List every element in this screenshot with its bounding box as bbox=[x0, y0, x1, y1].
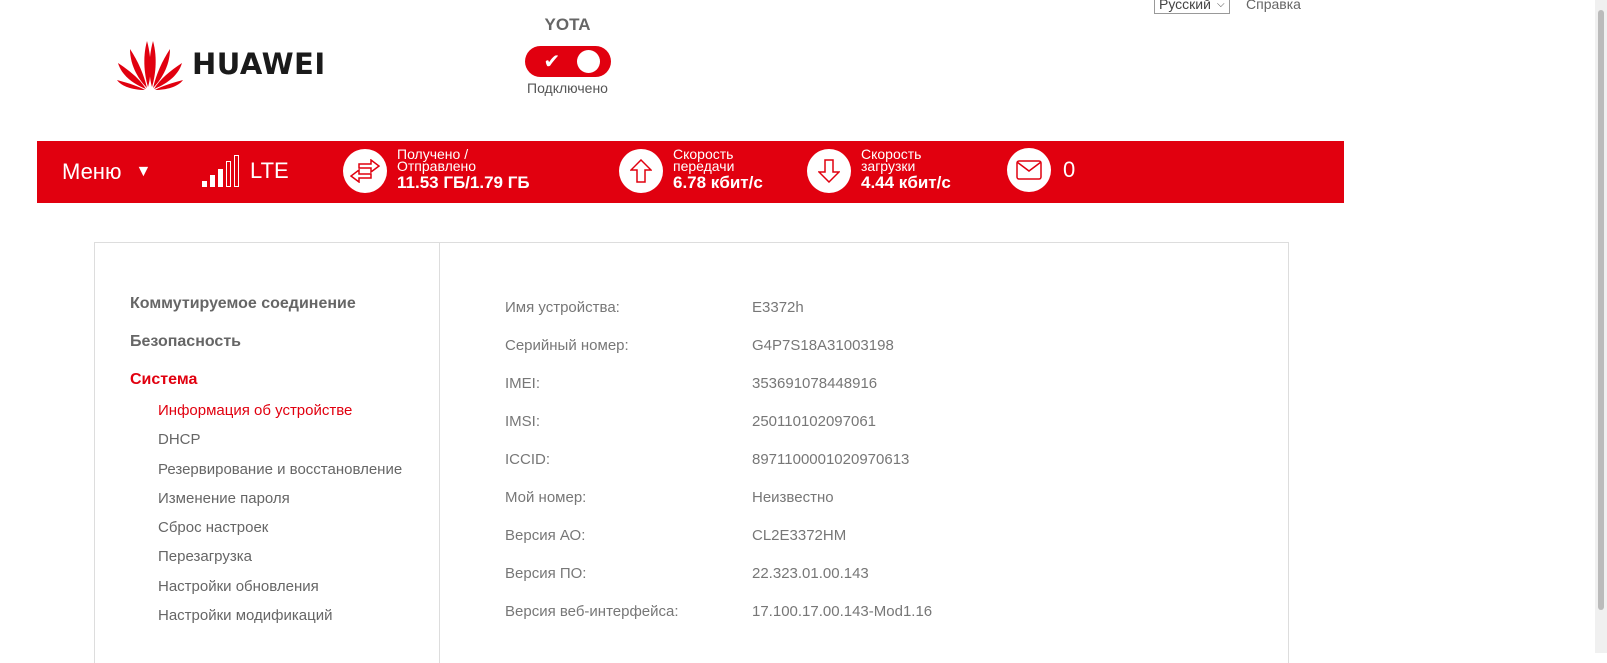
check-icon: ✔ bbox=[543, 49, 561, 73]
info-value: 250110102097061 bbox=[752, 413, 877, 430]
sidebar-item-mod-settings[interactable]: Настройки модификаций bbox=[158, 607, 332, 624]
signal-bar bbox=[210, 175, 215, 187]
scrollbar-thumb[interactable] bbox=[1598, 10, 1604, 610]
upload-label-2: передачи bbox=[673, 158, 735, 174]
info-label: Серийный номер: bbox=[505, 337, 629, 354]
info-value: 8971100001020970613 bbox=[752, 451, 910, 468]
info-value: 353691078448916 bbox=[752, 375, 878, 392]
info-value: Неизвестно bbox=[752, 489, 834, 506]
triangle-down-icon: ▼ bbox=[135, 163, 152, 180]
upload-value: 6.78 кбит/с bbox=[673, 173, 763, 192]
upload-speed-stat: Скорость передачи 6.78 кбит/с bbox=[619, 147, 763, 193]
signal-bar bbox=[234, 155, 239, 187]
sidebar-section-security[interactable]: Безопасность bbox=[130, 333, 241, 351]
info-label: ICCID: bbox=[505, 451, 550, 468]
download-speed-stat: Скорость загрузки 4.44 кбит/с bbox=[807, 147, 951, 193]
language-value: Русский bbox=[1159, 0, 1211, 12]
sidebar-item-backup-restore[interactable]: Резервирование и восстановление bbox=[158, 461, 402, 478]
info-label: Версия АО: bbox=[505, 527, 586, 544]
upload-arrow-icon bbox=[619, 148, 663, 193]
traffic-stat: Получено / Отправлено 11.53 ГБ/1.79 ГБ bbox=[343, 147, 530, 193]
info-value: G4P7S18A31003198 bbox=[752, 337, 894, 354]
sidebar-item-reset[interactable]: Сброс настроек bbox=[158, 519, 268, 536]
sidebar-item-change-password[interactable]: Изменение пароля bbox=[158, 490, 290, 507]
envelope-icon bbox=[1007, 148, 1051, 192]
info-value: E3372h bbox=[752, 299, 804, 316]
huawei-logo: HUAWEI bbox=[116, 36, 330, 92]
messages-button[interactable]: 0 bbox=[1007, 148, 1075, 192]
messages-count: 0 bbox=[1063, 157, 1076, 182]
toggle-knob bbox=[576, 50, 600, 73]
menu-label: Меню bbox=[62, 159, 122, 184]
status-bar: Меню ▼ LTE Получено / Отправлено 11.53 Г… bbox=[37, 141, 1344, 203]
sidebar-item-device-info[interactable]: Информация об устройстве bbox=[158, 402, 352, 419]
info-label: IMEI: bbox=[505, 375, 541, 392]
help-link[interactable]: Справка bbox=[1246, 0, 1301, 12]
connection-block: YOTA ✔ Подключено bbox=[520, 14, 615, 96]
info-value: 22.323.01.00.143 bbox=[752, 565, 869, 582]
signal-bar bbox=[218, 169, 223, 187]
carrier-name: YOTA bbox=[544, 15, 591, 34]
sidebar-item-reboot[interactable]: Перезагрузка bbox=[158, 548, 252, 565]
network-type: LTE bbox=[250, 158, 289, 183]
info-label: Мой номер: bbox=[505, 489, 587, 506]
signal-strength-icon bbox=[202, 155, 242, 187]
info-label: IMSI: bbox=[505, 413, 541, 430]
info-label: Имя устройства: bbox=[505, 299, 620, 316]
sidebar: Коммутируемое соединение Безопасность Си… bbox=[95, 243, 440, 663]
huawei-petals-icon bbox=[117, 41, 183, 90]
connection-status: Подключено bbox=[527, 80, 608, 96]
download-value: 4.44 кбит/с bbox=[861, 173, 951, 192]
sidebar-item-dhcp[interactable]: DHCP bbox=[158, 431, 201, 448]
connection-toggle[interactable]: ✔ bbox=[524, 46, 611, 77]
signal-bar bbox=[202, 181, 207, 187]
info-value: 17.100.17.00.143-Mod1.16 bbox=[752, 603, 933, 620]
main-panel: Коммутируемое соединение Безопасность Си… bbox=[94, 242, 1289, 663]
download-label-2: загрузки bbox=[861, 158, 916, 174]
info-label: Версия веб-интерфейса: bbox=[505, 603, 679, 620]
language-select[interactable]: Русский ⌵ bbox=[1154, 0, 1230, 14]
menu-button[interactable]: Меню ▼ bbox=[62, 159, 151, 185]
traffic-label-2: Отправлено bbox=[397, 158, 477, 174]
chevron-down-icon: ⌵ bbox=[1216, 0, 1225, 10]
vertical-scrollbar[interactable] bbox=[1595, 0, 1607, 653]
signal-bar bbox=[226, 161, 231, 187]
brand-name: HUAWEI bbox=[192, 47, 326, 81]
info-label: Версия ПО: bbox=[505, 565, 587, 582]
transfer-arrows-icon bbox=[343, 148, 387, 193]
traffic-value: 11.53 ГБ/1.79 ГБ bbox=[397, 173, 530, 192]
info-value: CL2E3372HM bbox=[752, 527, 847, 544]
sidebar-section-system[interactable]: Система bbox=[130, 371, 197, 389]
sidebar-item-update-settings[interactable]: Настройки обновления bbox=[158, 578, 319, 595]
download-arrow-icon bbox=[807, 148, 851, 193]
sidebar-section-dialup[interactable]: Коммутируемое соединение bbox=[130, 295, 356, 313]
